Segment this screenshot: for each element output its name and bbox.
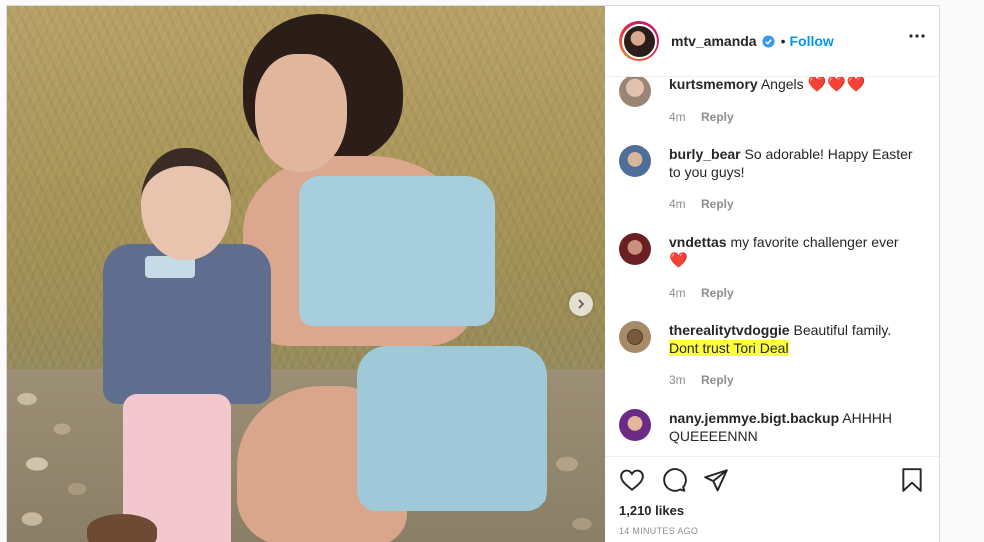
post-timestamp[interactable]: 14 MINUTES AGO xyxy=(619,526,698,536)
verified-badge-icon xyxy=(762,34,775,48)
blue-top xyxy=(299,176,495,326)
comment-username[interactable]: burly_bear xyxy=(669,146,741,162)
comment-bubble-icon[interactable] xyxy=(661,467,687,493)
reply-button[interactable]: Reply xyxy=(701,197,734,211)
comment-username[interactable]: therealitytvdoggie xyxy=(669,322,790,338)
paper-plane-icon[interactable] xyxy=(703,467,729,493)
more-options-icon[interactable] xyxy=(909,34,925,38)
comment-time: 4m xyxy=(669,197,686,211)
baby-head xyxy=(141,148,231,260)
comment-time: 3m xyxy=(669,373,686,387)
comment-hearts: ❤️ xyxy=(669,252,689,269)
comment-username[interactable]: vndettas xyxy=(669,234,727,250)
comment-item: therealitytvdoggie Beautiful family. Don… xyxy=(619,321,925,389)
reply-button[interactable]: Reply xyxy=(701,286,734,300)
next-photo-button[interactable] xyxy=(569,292,593,316)
comment-hearts: ❤️❤️❤️ xyxy=(807,77,867,93)
post-actions: 1,210 likes 14 MINUTES AGO xyxy=(605,456,939,542)
comment-username[interactable]: nany.jemmye.bigt.backup xyxy=(669,410,839,426)
like-count[interactable]: 1,210 likes xyxy=(619,503,684,518)
comment-time: 4m xyxy=(669,286,686,300)
comment-username[interactable]: kurtsmemory xyxy=(669,77,758,92)
comment-text: my favorite challenger ever xyxy=(730,234,899,250)
baby-shoe xyxy=(87,514,157,542)
commenter-avatar[interactable] xyxy=(619,409,651,441)
bookmark-icon[interactable] xyxy=(899,467,925,493)
woman-face xyxy=(255,54,347,172)
comment-item: kurtsmemory Angels ❤️❤️❤️ 4m Reply xyxy=(619,77,925,126)
separator-dot: • xyxy=(780,33,786,49)
comment-time: 4m xyxy=(669,110,686,124)
commenter-avatar[interactable] xyxy=(619,77,651,107)
chevron-right-icon xyxy=(578,299,585,309)
author-username[interactable]: mtv_amanda xyxy=(671,33,757,49)
comment-list[interactable]: kurtsmemory Angels ❤️❤️❤️ 4m Reply burly… xyxy=(605,77,939,456)
post-side-panel: mtv_amanda • Follow kurtsmemory Angels ❤… xyxy=(605,6,939,542)
follow-button[interactable]: Follow xyxy=(790,33,834,49)
post-header: mtv_amanda • Follow xyxy=(605,6,939,77)
comment-text: Beautiful family. xyxy=(793,322,892,338)
comment-highlighted-text: Dont trust Tori Deal xyxy=(669,340,789,356)
commenter-avatar[interactable] xyxy=(619,321,651,353)
commenter-avatar[interactable] xyxy=(619,233,651,265)
reply-button[interactable]: Reply xyxy=(701,110,734,124)
heart-icon[interactable] xyxy=(619,467,645,493)
post-card: mtv_amanda • Follow kurtsmemory Angels ❤… xyxy=(6,5,940,542)
commenter-avatar[interactable] xyxy=(619,145,651,177)
author-avatar[interactable] xyxy=(619,21,659,61)
comment-item: burly_bear So adorable! Happy Easter to … xyxy=(619,145,925,213)
comment-item: nany.jemmye.bigt.backup AHHHH QUEEEENNN xyxy=(619,409,925,445)
reply-button[interactable]: Reply xyxy=(701,373,734,387)
blue-skirt xyxy=(357,346,547,511)
post-photo[interactable] xyxy=(7,6,605,542)
comment-item: vndettas my favorite challenger ever ❤️ … xyxy=(619,233,925,302)
comment-text: Angels xyxy=(760,77,804,92)
